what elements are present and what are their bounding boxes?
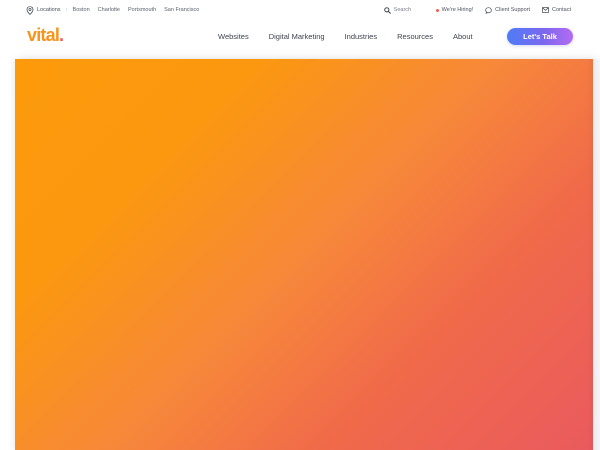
logo-dot: . — [59, 25, 64, 45]
search-input[interactable] — [393, 7, 424, 13]
client-support-label: Client Support — [495, 7, 531, 13]
nav-item-resources[interactable]: Resources — [397, 32, 433, 41]
logo-text: vital — [27, 25, 60, 45]
chat-bubble-icon — [485, 6, 492, 14]
main-navbar: vital. Websites Digital Marketing Indust… — [0, 20, 600, 58]
location-pin-icon — [26, 5, 34, 15]
city-link-san-francisco[interactable]: San Francisco — [164, 7, 199, 13]
nav-item-industries[interactable]: Industries — [345, 32, 378, 41]
utility-links: We're Hiring! Client Support Contact — [372, 4, 571, 16]
page-right-margin — [593, 59, 600, 450]
city-link-portsmouth[interactable]: Portsmouth — [128, 7, 156, 13]
search-icon[interactable] — [383, 6, 391, 14]
nav-item-websites[interactable]: Websites — [218, 32, 249, 41]
hero-gradient-panel — [15, 59, 593, 450]
contact-label: Contact — [552, 7, 571, 13]
lets-talk-button[interactable]: Let's Talk — [507, 28, 573, 45]
primary-nav: Websites Digital Marketing Industries Re… — [218, 30, 493, 42]
locations-bar: Locations › Boston Charlotte Portsmouth … — [26, 4, 207, 16]
city-link-charlotte[interactable]: Charlotte — [98, 7, 120, 13]
vital-logo[interactable]: vital. — [27, 24, 64, 46]
nav-item-about[interactable]: About — [453, 32, 473, 41]
locations-link[interactable]: Locations — [37, 7, 61, 13]
hiring-label: We're Hiring! — [441, 7, 474, 13]
hiring-dot-icon — [435, 8, 439, 12]
locations-separator: › — [65, 7, 68, 13]
city-link-boston[interactable]: Boston — [73, 7, 90, 13]
top-utility-bar: Locations › Boston Charlotte Portsmouth … — [0, 0, 600, 20]
hiring-link[interactable]: We're Hiring! — [435, 7, 474, 13]
nav-item-digital-marketing[interactable]: Digital Marketing — [269, 32, 325, 41]
envelope-icon — [542, 7, 549, 13]
search-box[interactable] — [383, 6, 424, 14]
client-support-link[interactable]: Client Support — [485, 6, 531, 14]
contact-link[interactable]: Contact — [542, 7, 571, 13]
